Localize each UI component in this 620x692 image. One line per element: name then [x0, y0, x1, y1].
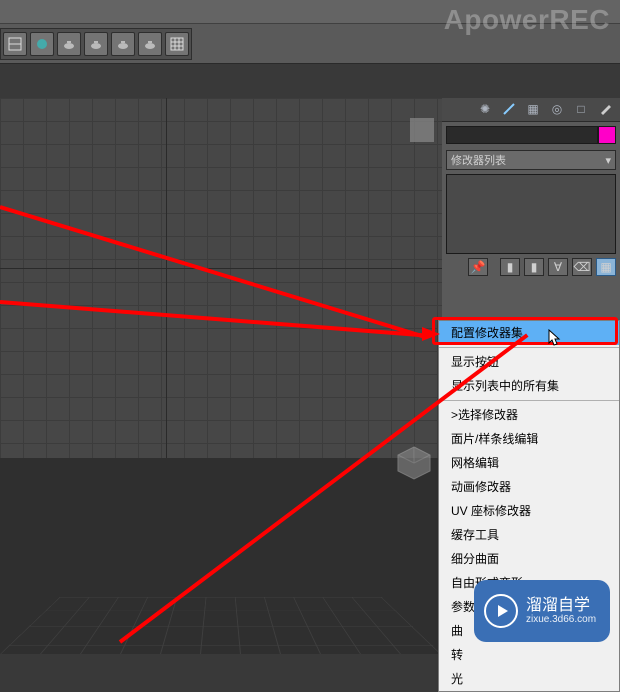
display-tab-icon[interactable]: □ [572, 100, 590, 118]
configure-sets-button[interactable]: ▦ [596, 258, 616, 276]
modify-tab-icon[interactable] [500, 100, 518, 118]
pin-stack-button[interactable]: 📌 [468, 258, 488, 276]
align-button[interactable] [3, 32, 27, 56]
menu-item-configure-sets[interactable]: 配置修改器集 [439, 321, 619, 345]
stack-btn-3[interactable]: ∀ [548, 258, 568, 276]
sphere-button[interactable] [30, 32, 54, 56]
modifier-stack[interactable] [446, 174, 616, 254]
stack-buttons: 📌 ▮ ▮ ∀ ⌫ ▦ [446, 258, 616, 276]
teapot1-button[interactable] [57, 32, 81, 56]
menu-item-animation-modifiers[interactable]: 动画修改器 [439, 475, 619, 499]
hierarchy-tab-icon[interactable]: ▦ [524, 100, 542, 118]
menu-separator [439, 347, 619, 348]
menu-strip [0, 0, 620, 24]
menu-item-show-all-sets[interactable]: 显示列表中的所有集 [439, 374, 619, 398]
modifier-list-label: 修改器列表 [451, 152, 506, 168]
grid-button[interactable] [165, 32, 189, 56]
top-bar [0, 0, 620, 64]
object-name-row [442, 122, 620, 148]
watermark-badge: 溜溜自学 zixue.3d66.com [474, 580, 610, 642]
teapot3-button[interactable] [111, 32, 135, 56]
menu-item-mesh-editing[interactable]: 网格编辑 [439, 451, 619, 475]
utilities-tab-icon[interactable] [596, 100, 614, 118]
object-name-field[interactable] [446, 126, 598, 144]
menu-item-truncated-2[interactable]: 转 [439, 643, 619, 667]
perspective-viewport[interactable] [0, 458, 442, 654]
viewcube-icon[interactable] [394, 443, 434, 483]
motion-tab-icon[interactable]: ◎ [548, 100, 566, 118]
stack-btn-2[interactable]: ▮ [524, 258, 544, 276]
modifier-list-dropdown[interactable]: 修改器列表 ▾ [446, 150, 616, 170]
menu-separator [439, 400, 619, 401]
stack-btn-1[interactable]: ▮ [500, 258, 520, 276]
menu-item-truncated-3[interactable]: 光 [439, 667, 619, 691]
perspective-grid [0, 597, 442, 654]
badge-title: 溜溜自学 [526, 597, 596, 615]
panel-tabs: ✺ ▦ ◎ □ [442, 98, 620, 122]
chevron-down-icon: ▾ [605, 154, 611, 167]
axis-horizontal [0, 268, 442, 269]
menu-item-subdivision[interactable]: 细分曲面 [439, 547, 619, 571]
viewport[interactable] [0, 98, 442, 654]
menu-item-patch-spline[interactable]: 面片/样条线编辑 [439, 427, 619, 451]
menu-item-cache-tools[interactable]: 缓存工具 [439, 523, 619, 547]
badge-sub: zixue.3d66.com [526, 614, 596, 625]
stack-btn-4[interactable]: ⌫ [572, 258, 592, 276]
menu-item-uv-modifiers[interactable]: UV 座标修改器 [439, 499, 619, 523]
create-tab-icon[interactable]: ✺ [476, 100, 494, 118]
teapot2-button[interactable] [84, 32, 108, 56]
play-icon [484, 594, 518, 628]
main-toolbar [0, 28, 192, 60]
view-plane-icon [410, 118, 434, 142]
menu-item-selection-modifiers[interactable]: >选择修改器 [439, 403, 619, 427]
menu-item-show-buttons[interactable]: 显示按钮 [439, 350, 619, 374]
object-color-swatch[interactable] [598, 126, 616, 144]
teapot4-button[interactable] [138, 32, 162, 56]
